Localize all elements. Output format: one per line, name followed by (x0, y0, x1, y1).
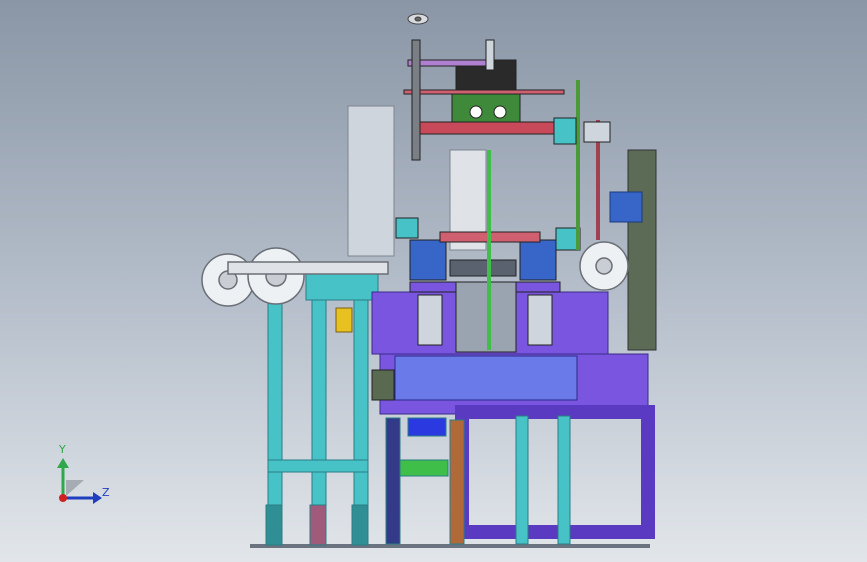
machine-model (57, 13, 657, 548)
right-post (627, 149, 657, 351)
yellow-bracket (335, 307, 353, 333)
tall-housing (347, 105, 395, 257)
axis-triad (57, 458, 102, 504)
cad-viewport[interactable]: Y Z (0, 0, 867, 562)
right-motor (609, 191, 643, 223)
center-legs (385, 415, 571, 545)
handwheel (407, 13, 429, 25)
axis-y-label: Y (59, 443, 66, 456)
right-pulley (579, 241, 629, 291)
axis-z-label: Z (102, 486, 110, 499)
left-frame (265, 269, 379, 546)
dark-block (371, 369, 395, 401)
